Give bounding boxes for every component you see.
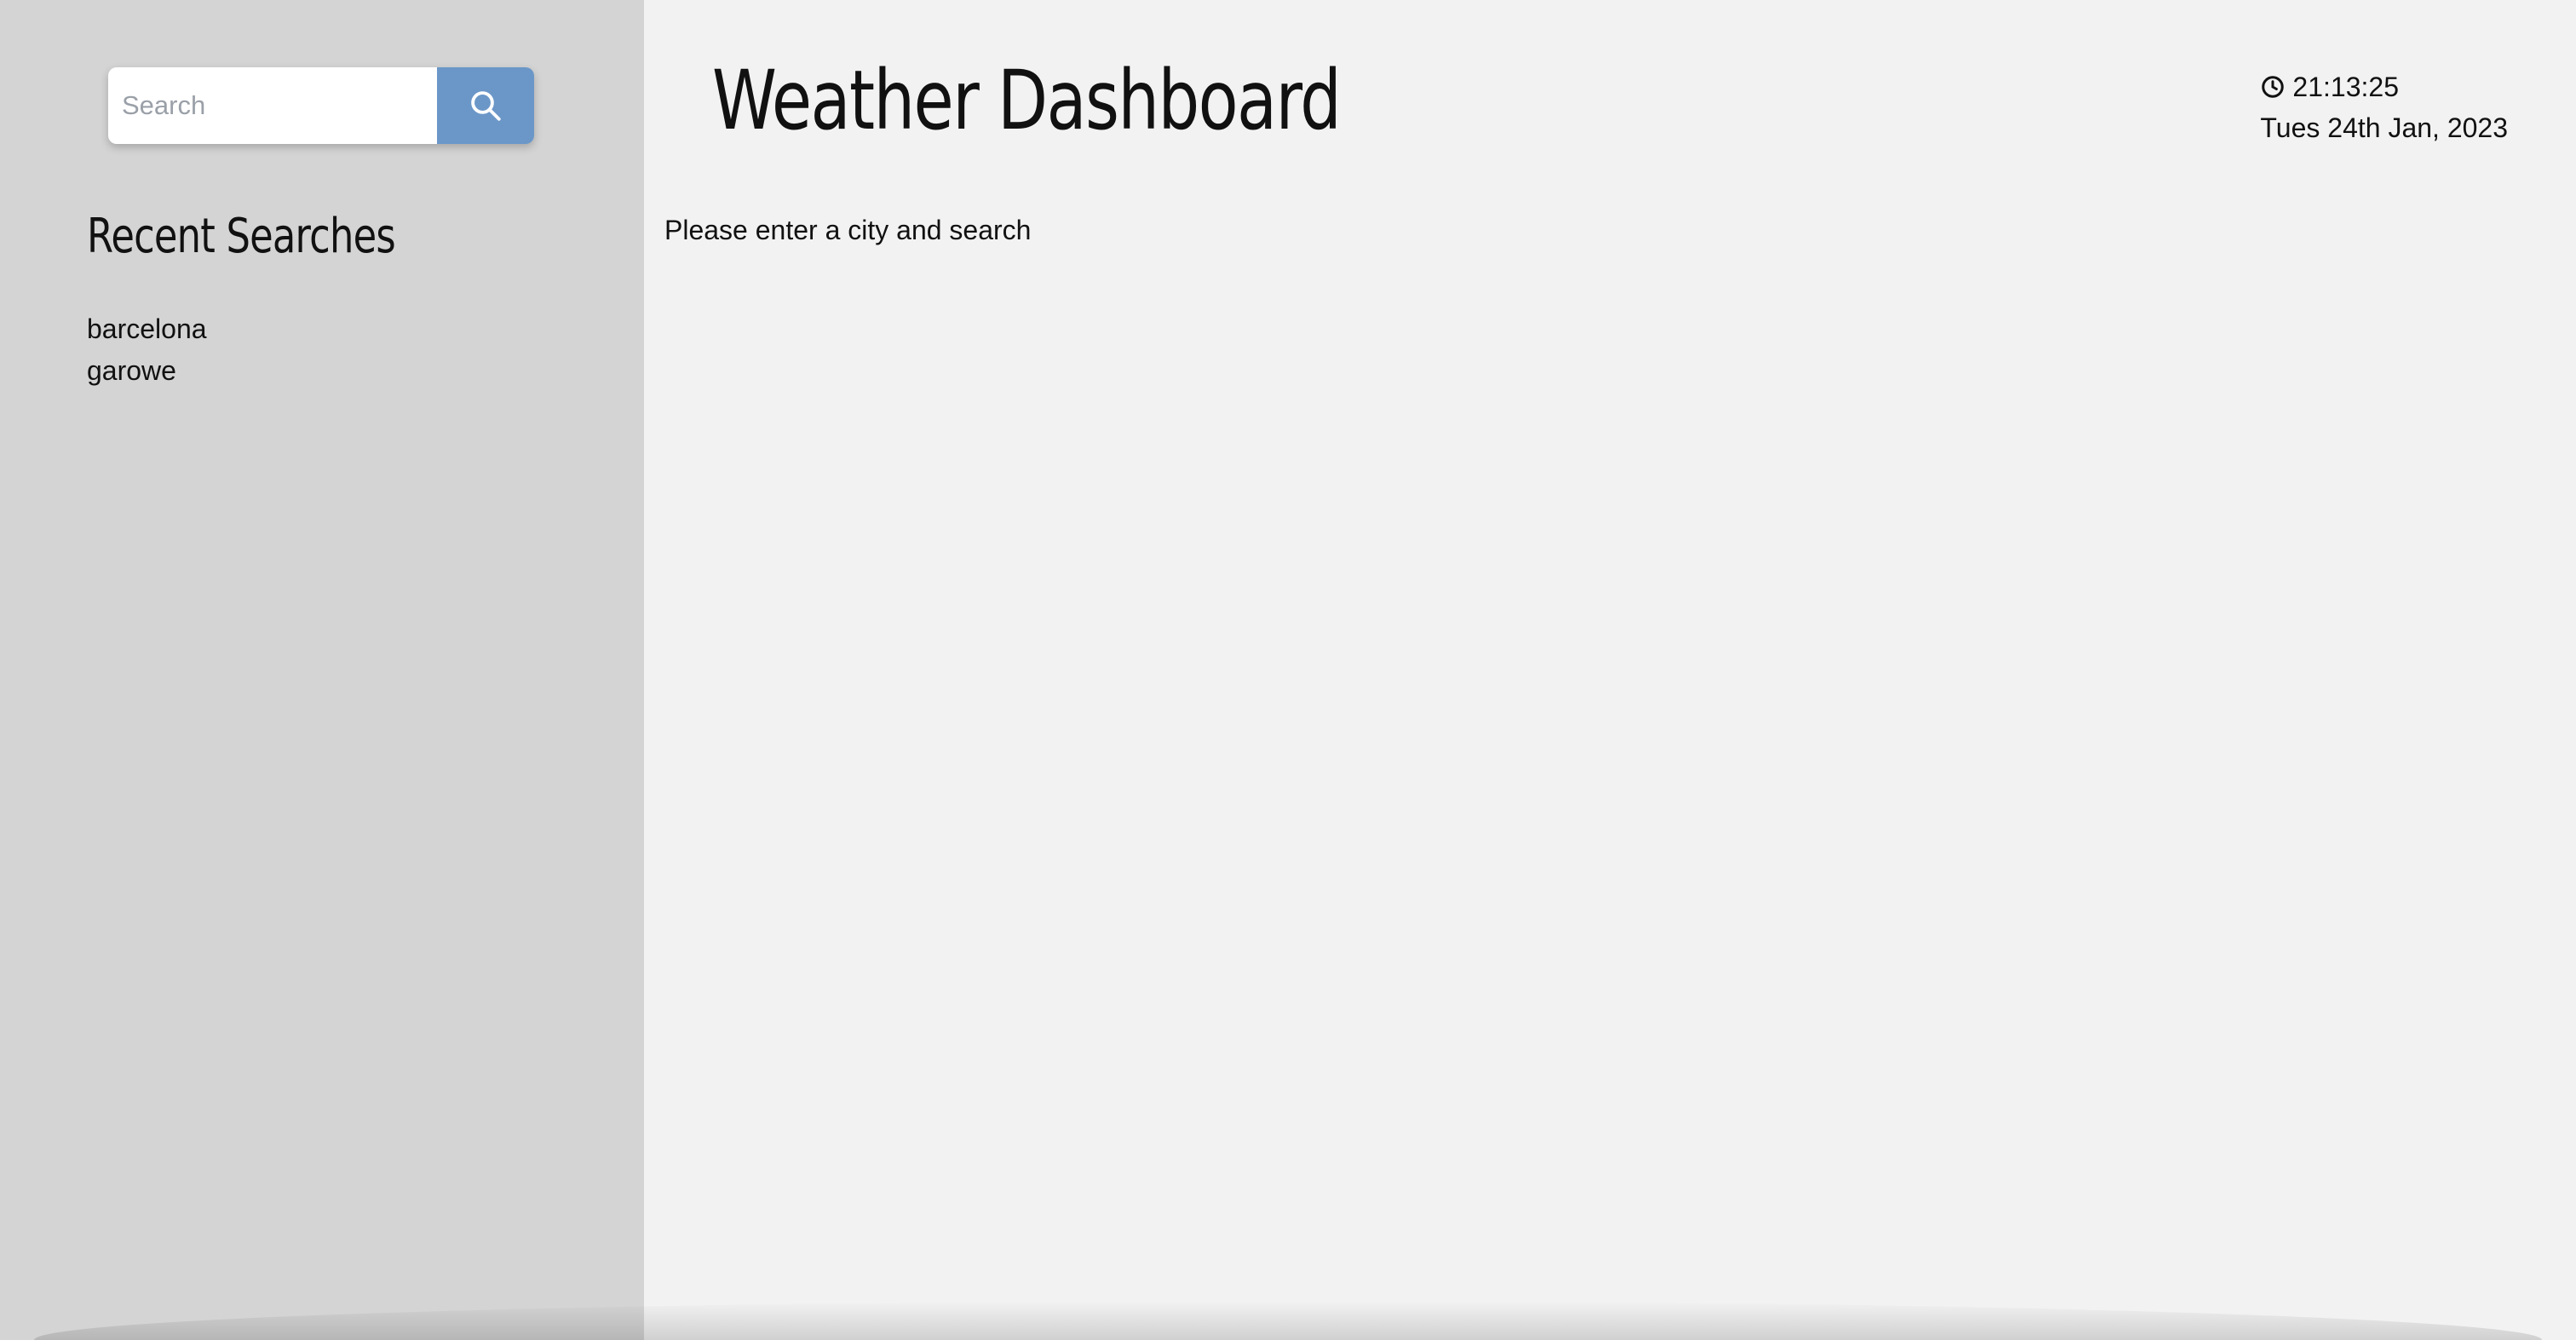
current-date: Tues 24th Jan, 2023 xyxy=(2260,112,2508,143)
search-icon xyxy=(471,91,501,121)
recent-search-item[interactable]: barcelona xyxy=(87,308,207,350)
sidebar: Recent Searches barcelona garowe xyxy=(0,0,644,1340)
empty-state-message: Please enter a city and search xyxy=(664,215,1032,245)
search-input[interactable] xyxy=(108,67,437,144)
clock-icon xyxy=(2260,74,2286,100)
main-content: Weather Dashboard 21:13:25 Tues 24th Jan… xyxy=(644,0,2576,1340)
current-time: 21:13:25 xyxy=(2292,72,2399,102)
clock-time-row: 21:13:25 xyxy=(2260,66,2508,107)
clock-widget: 21:13:25 Tues 24th Jan, 2023 xyxy=(2260,66,2508,148)
recent-searches-list: barcelona garowe xyxy=(87,308,207,392)
app-window: Recent Searches barcelona garowe Weather… xyxy=(0,0,2576,1340)
recent-searches-heading: Recent Searches xyxy=(87,209,396,264)
search-box xyxy=(108,67,534,144)
search-button[interactable] xyxy=(437,67,534,144)
page-title: Weather Dashboard xyxy=(712,53,1342,148)
recent-search-item[interactable]: garowe xyxy=(87,350,207,392)
